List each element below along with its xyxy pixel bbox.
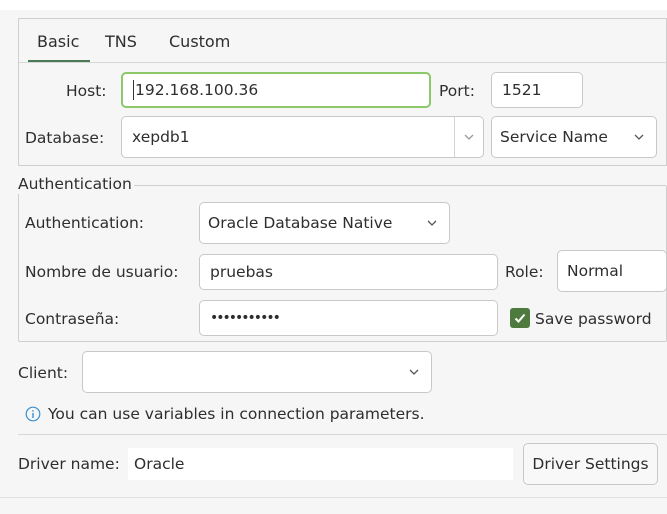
service-type-value: Service Name	[500, 128, 608, 146]
client-label: Client:	[18, 364, 69, 382]
driver-separator	[18, 434, 667, 435]
password-value: •••••••••••	[210, 310, 281, 326]
username-value: pruebas	[210, 263, 273, 281]
driver-name-field: Oracle	[128, 448, 513, 480]
port-value: 1521	[502, 81, 542, 99]
chevron-down-icon	[634, 134, 644, 140]
driver-settings-label: Driver Settings	[532, 455, 649, 473]
authentication-value: Oracle Database Native	[208, 214, 393, 232]
role-label: Role:	[505, 263, 544, 281]
role-select[interactable]: Normal	[557, 250, 667, 292]
chevron-down-icon	[427, 220, 437, 226]
authentication-label: Authentication:	[25, 214, 145, 232]
host-input[interactable]: 192.168.100.36	[121, 72, 431, 108]
username-input[interactable]: pruebas	[199, 254, 498, 290]
authentication-group-title: Authentication	[18, 174, 134, 194]
port-input[interactable]: 1521	[491, 72, 583, 108]
role-value: Normal	[567, 262, 624, 280]
username-label: Nombre de usuario:	[25, 263, 179, 281]
window-top-strip	[0, 0, 667, 10]
database-label: Database:	[25, 129, 105, 147]
checkmark-icon	[514, 313, 526, 323]
database-value: xepdb1	[132, 128, 190, 146]
tab-tns[interactable]: TNS	[105, 32, 137, 52]
password-label: Contraseña:	[25, 310, 120, 328]
host-label: Host:	[66, 82, 107, 100]
driver-name-label: Driver name:	[18, 455, 120, 473]
port-label: Port:	[439, 82, 475, 100]
save-password-label[interactable]: Save password	[535, 308, 652, 330]
text-cursor	[133, 80, 134, 100]
save-password-checkbox[interactable]	[510, 308, 530, 328]
client-select[interactable]	[82, 351, 432, 393]
chevron-down-icon	[409, 369, 419, 375]
database-combobox[interactable]: xepdb1	[121, 116, 484, 158]
password-input[interactable]: •••••••••••	[199, 300, 498, 336]
tab-separator	[19, 62, 666, 63]
tab-custom[interactable]: Custom	[169, 32, 230, 52]
service-type-select[interactable]: Service Name	[491, 116, 657, 158]
host-value: 192.168.100.36	[135, 81, 259, 99]
authentication-select[interactable]: Oracle Database Native	[199, 202, 450, 244]
database-dropdown-button[interactable]	[455, 130, 483, 144]
bottom-separator	[0, 497, 667, 498]
driver-settings-button[interactable]: Driver Settings	[523, 443, 658, 485]
info-icon	[25, 406, 41, 422]
variables-info-text: You can use variables in connection para…	[48, 405, 425, 423]
tab-basic[interactable]: Basic	[37, 32, 79, 52]
chevron-down-icon	[464, 134, 474, 140]
driver-name-value: Oracle	[134, 455, 185, 473]
